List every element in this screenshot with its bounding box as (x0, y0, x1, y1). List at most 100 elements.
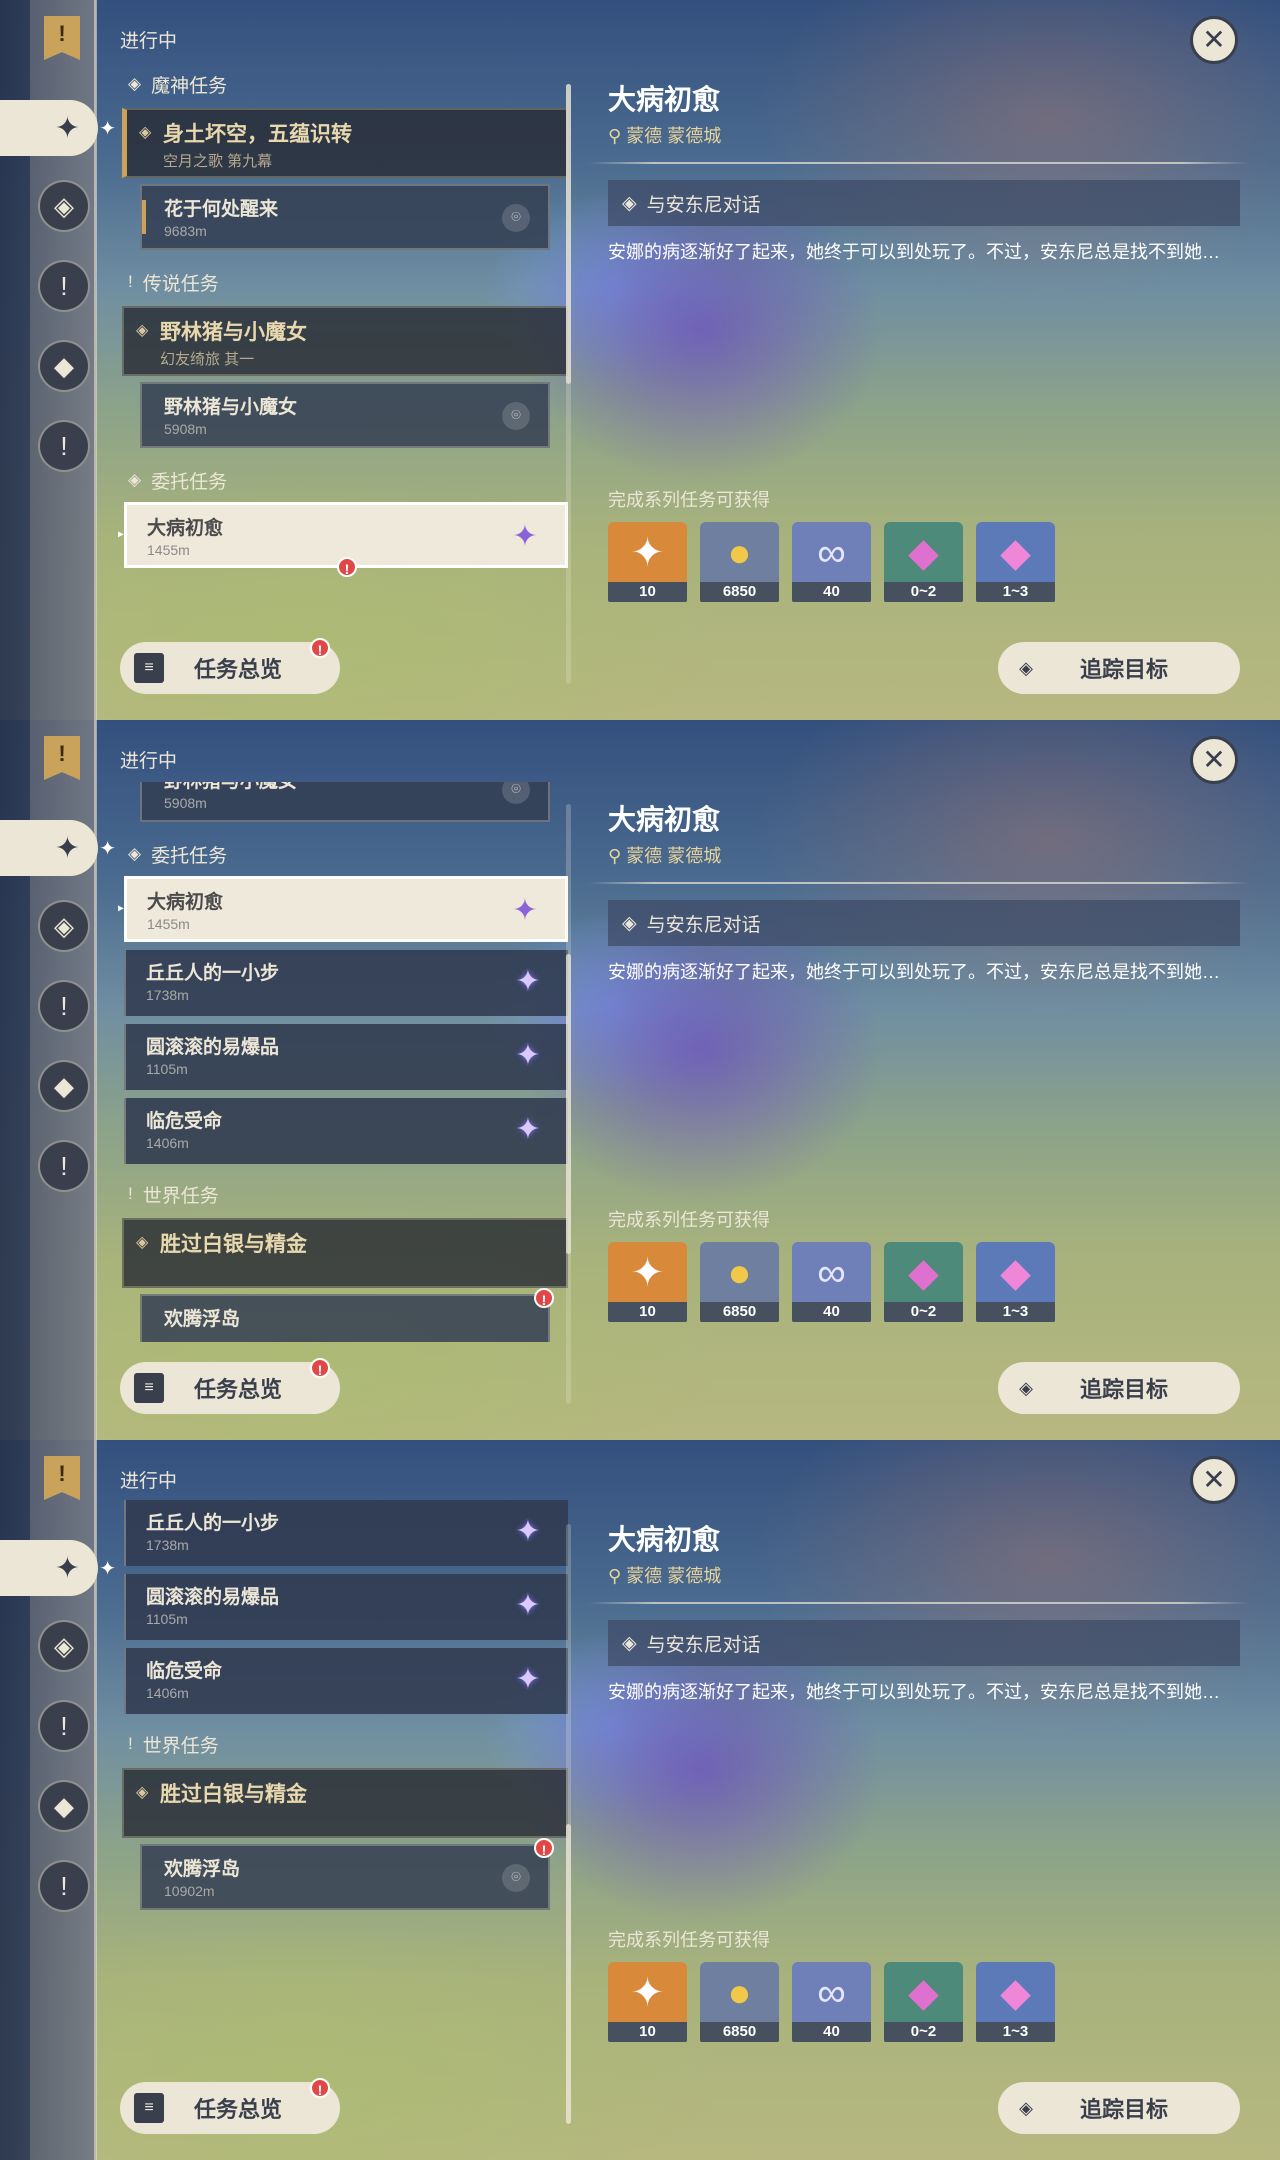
quest-title: 野林猪与小魔女 (164, 782, 548, 793)
rail-tab-legend[interactable]: ! (38, 1700, 90, 1752)
scroll-thumb[interactable] (566, 84, 571, 384)
reward-item[interactable]: ◆ 1~3 (976, 522, 1055, 602)
scroll-thumb[interactable] (566, 1824, 571, 2124)
commission-item[interactable]: 临危受命 1406m ✦ (124, 1648, 568, 1714)
reward-count: 6850 (700, 582, 779, 602)
rewards-list: ✦ 10 ● 6850 ∞ 40 ◆ 0~2 ◆ 1~3 (608, 1242, 1055, 1322)
selected-arrow-icon: ▶ (118, 525, 124, 541)
rail-tab-commission[interactable]: ◆ (38, 1780, 90, 1832)
quest-step: ◈ 与安东尼对话 (608, 180, 1240, 226)
quest-sub-world-partial[interactable]: 欢腾浮岛 ! (140, 1288, 554, 1342)
rail-tab-archon[interactable]: ◈ (38, 180, 90, 232)
location-text: 蒙德 蒙德城 (626, 126, 722, 146)
commission-item[interactable]: 丘丘人的一小步 1738m ✦ (124, 950, 568, 1016)
map-pin-icon[interactable]: ⌾ (502, 402, 530, 430)
rail-tab-all[interactable]: ✦ ✦ (0, 100, 116, 156)
commission-item-selected[interactable]: ▶ 大病初愈 1455m ✦ (118, 876, 568, 942)
close-icon: ✕ (1202, 1464, 1226, 1495)
scrollbar[interactable] (566, 1524, 571, 2124)
category-world: ! 世界任务 (118, 1172, 568, 1216)
rail-tab-commission[interactable]: ◆ (38, 340, 90, 392)
rewards-list: ✦ 10 ● 6850 ∞ 40 ◆ 0~2 ◆ 1~3 (608, 522, 1055, 602)
commission-small-icon: ◈ (128, 844, 142, 863)
crystal-cluster-icon: ◆ (1000, 1251, 1031, 1295)
reward-item[interactable]: ◆ 0~2 (884, 1242, 963, 1322)
close-button[interactable]: ✕ (1190, 16, 1238, 64)
rail-edge (94, 1440, 97, 2160)
location-text: 蒙德 蒙德城 (626, 846, 722, 866)
quest-list[interactable]: 丘丘人的一小步 1738m ✦ 圆滚滚的易爆品 1105m ✦ 临危受命 140… (118, 1500, 568, 2060)
map-pin-icon[interactable]: ⌾ (502, 204, 530, 232)
commission-star-icon: ✦ (515, 1113, 541, 1146)
close-button[interactable]: ✕ (1190, 1456, 1238, 1504)
quest-sub-legend[interactable]: 野林猪与小魔女 5908m ⌾ (140, 382, 550, 448)
track-target-button[interactable]: ◈ 追踪目标 (998, 642, 1240, 694)
reward-item[interactable]: ✦ 10 (608, 522, 687, 602)
rewards-label: 完成系列任务可获得 (608, 490, 770, 510)
quest-sub-world[interactable]: 欢腾浮岛 10902m ⌾ ! (140, 1838, 554, 1910)
reward-item[interactable]: ∞ 40 (792, 1962, 871, 2042)
category-legend: ! 传说任务 (118, 260, 568, 304)
quest-main-world[interactable]: ◈ 胜过白银与精金 (122, 1218, 568, 1288)
rewards-label: 完成系列任务可获得 (608, 1210, 770, 1230)
commission-item[interactable]: 圆滚滚的易爆品 1105m ✦ (124, 1574, 568, 1640)
step-diamond-icon: ◈ (622, 192, 637, 214)
in-progress-label: 进行中 (120, 31, 178, 52)
commission-item[interactable]: 丘丘人的一小步 1738m ✦ (124, 1500, 568, 1566)
quest-description: 安娜的病逐渐好了起来，她终于可以到处玩了。不过，安东尼总是找不到她… (608, 962, 1220, 982)
rail-tab-world[interactable]: ! (38, 1860, 90, 1912)
reward-item[interactable]: ∞ 40 (792, 522, 871, 602)
quest-step: ◈ 与安东尼对话 (608, 1620, 1240, 1666)
quest-main-legend[interactable]: ◈ 野林猪与小魔女 幻友绮旅 其一 (122, 306, 568, 376)
quest-sub-archon[interactable]: 花于何处醒来 9683m ⌾ (140, 184, 550, 250)
scrollbar[interactable] (566, 84, 571, 684)
commission-item[interactable]: 临危受命 1406m ✦ (124, 1098, 568, 1164)
quest-title: 胜过白银与精金 (160, 1783, 307, 1806)
reward-item[interactable]: ∞ 40 (792, 1242, 871, 1322)
rail-tab-archon[interactable]: ◈ (38, 900, 90, 952)
rail-tab-commission[interactable]: ◆ (38, 1060, 90, 1112)
reward-item[interactable]: ◆ 1~3 (976, 1242, 1055, 1322)
map-pin-icon[interactable]: ⌾ (502, 1864, 530, 1892)
reward-item[interactable]: ◆ 0~2 (884, 522, 963, 602)
reward-item[interactable]: ◆ 1~3 (976, 1962, 1055, 2042)
rail-tab-archon[interactable]: ◈ (38, 1620, 90, 1672)
quest-list[interactable]: 野林猪与小魔女 5908m ⌾ ◈ 委托任务 ▶ 大病初愈 1455m ✦ 丘丘人… (118, 782, 568, 1342)
quest-overview-button[interactable]: ≡ 任务总览 ! (120, 638, 340, 694)
track-target-button[interactable]: ◈ 追踪目标 (998, 1362, 1240, 1414)
reward-item[interactable]: ● 6850 (700, 1242, 779, 1322)
divider (588, 162, 1248, 164)
all-quests-icon: ✦ (54, 831, 80, 865)
rail-tab-all[interactable]: ✦ ✦ (0, 820, 116, 876)
close-button[interactable]: ✕ (1190, 736, 1238, 784)
reward-item[interactable]: ◆ 0~2 (884, 1962, 963, 2042)
scrollbar[interactable] (566, 804, 571, 1404)
rail-tab-legend[interactable]: ! (38, 980, 90, 1032)
rail-tab-world[interactable]: ! (38, 1140, 90, 1192)
quest-main-world[interactable]: ◈ 胜过白银与精金 (122, 1768, 568, 1838)
quest-list[interactable]: ◈ 魔神任务 ◈ 身土坏空，五蕴识转 空月之歌 第九幕 花于何处醒来 9683m … (118, 62, 568, 622)
quest-overview-button[interactable]: ≡ 任务总览 ! (120, 2078, 340, 2134)
commission-item[interactable]: 圆滚滚的易爆品 1105m ✦ (124, 1024, 568, 1090)
quest-title: 临危受命 (146, 1661, 223, 1682)
rail-tab-all[interactable]: ✦ ✦ (0, 1540, 116, 1596)
rail-tab-world[interactable]: ! (38, 420, 90, 472)
quest-title: 花于何处醒来 (164, 199, 279, 220)
alert-badge: ! (310, 638, 330, 658)
reward-item[interactable]: ✦ 10 (608, 1242, 687, 1322)
commission-item-selected[interactable]: ▶ 大病初愈 1455m ✦ ! (118, 502, 568, 577)
reward-item[interactable]: ● 6850 (700, 1962, 779, 2042)
quest-sub-legend[interactable]: 野林猪与小魔女 5908m ⌾ (140, 782, 550, 822)
overview-icon: ≡ (134, 2093, 164, 2123)
quest-overview-button[interactable]: ≡ 任务总览 ! (120, 1358, 340, 1414)
primogem-icon: ✦ (630, 1971, 665, 2015)
track-target-button[interactable]: ◈ 追踪目标 (998, 2082, 1240, 2134)
rail-tab-legend[interactable]: ! (38, 260, 90, 312)
reward-item[interactable]: ● 6850 (700, 522, 779, 602)
commission-star-icon: ✦ (512, 520, 538, 553)
reward-item[interactable]: ✦ 10 (608, 1962, 687, 2042)
quest-main-archon[interactable]: ◈ 身土坏空，五蕴识转 空月之歌 第九幕 (122, 108, 568, 178)
category-label: 委托任务 (151, 471, 228, 493)
scroll-thumb[interactable] (566, 954, 571, 1254)
quest-title: 身土坏空，五蕴识转 (163, 123, 352, 146)
